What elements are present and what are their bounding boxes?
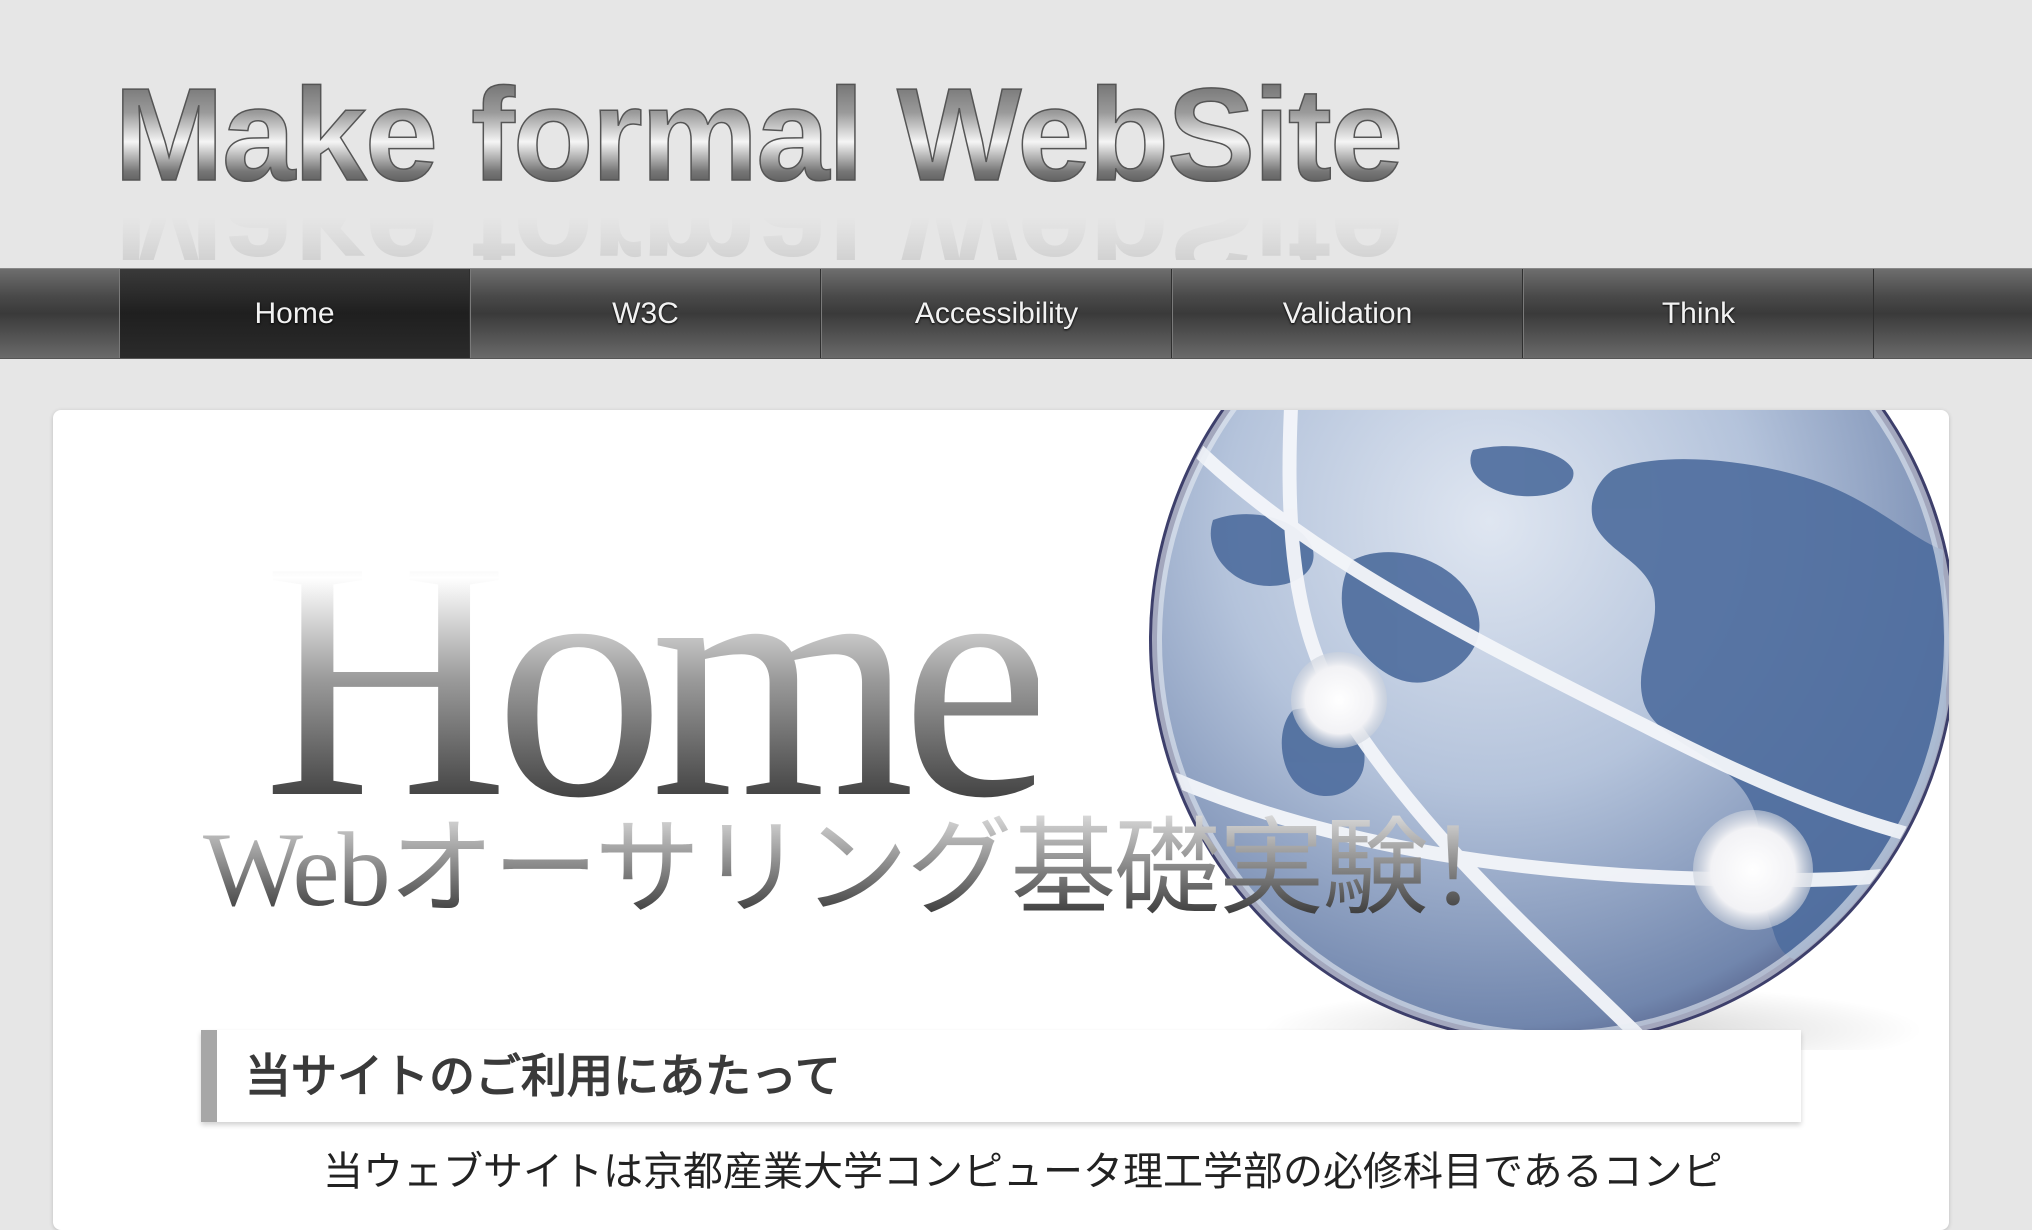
nav-item-home[interactable]: Home bbox=[119, 269, 470, 358]
main-content-panel: Home Webオーサリング基礎実験！ 当サイトのご利用にあたって 当ウェブサイ… bbox=[53, 410, 1949, 1230]
nav-item-w3c[interactable]: W3C bbox=[470, 269, 821, 358]
site-logo-reflection: Make formal WebSite bbox=[114, 158, 1401, 260]
nav-item-validation[interactable]: Validation bbox=[1172, 269, 1523, 358]
hero-banner: Home Webオーサリング基礎実験！ bbox=[53, 410, 1949, 1050]
main-nav: Home W3C Accessibility Validation Think bbox=[0, 268, 2032, 359]
nav-item-think[interactable]: Think bbox=[1523, 269, 1874, 358]
hero-title: Home bbox=[263, 491, 1052, 868]
section-heading-text: 当サイトのご利用にあたって bbox=[245, 1050, 841, 1102]
nav-item-accessibility[interactable]: Accessibility bbox=[821, 269, 1172, 358]
hero-subtitle: Webオーサリング基礎実験！ bbox=[203, 811, 1532, 928]
section-body-text: 当ウェブサイトは京都産業大学コンピュータ理工学部の必修科目であるコンピ bbox=[323, 1150, 1723, 1194]
section-heading: 当サイトのご利用にあたって bbox=[201, 1030, 1801, 1122]
site-logo[interactable]: Make formal WebSite Make formal WebSite bbox=[114, 60, 1634, 260]
